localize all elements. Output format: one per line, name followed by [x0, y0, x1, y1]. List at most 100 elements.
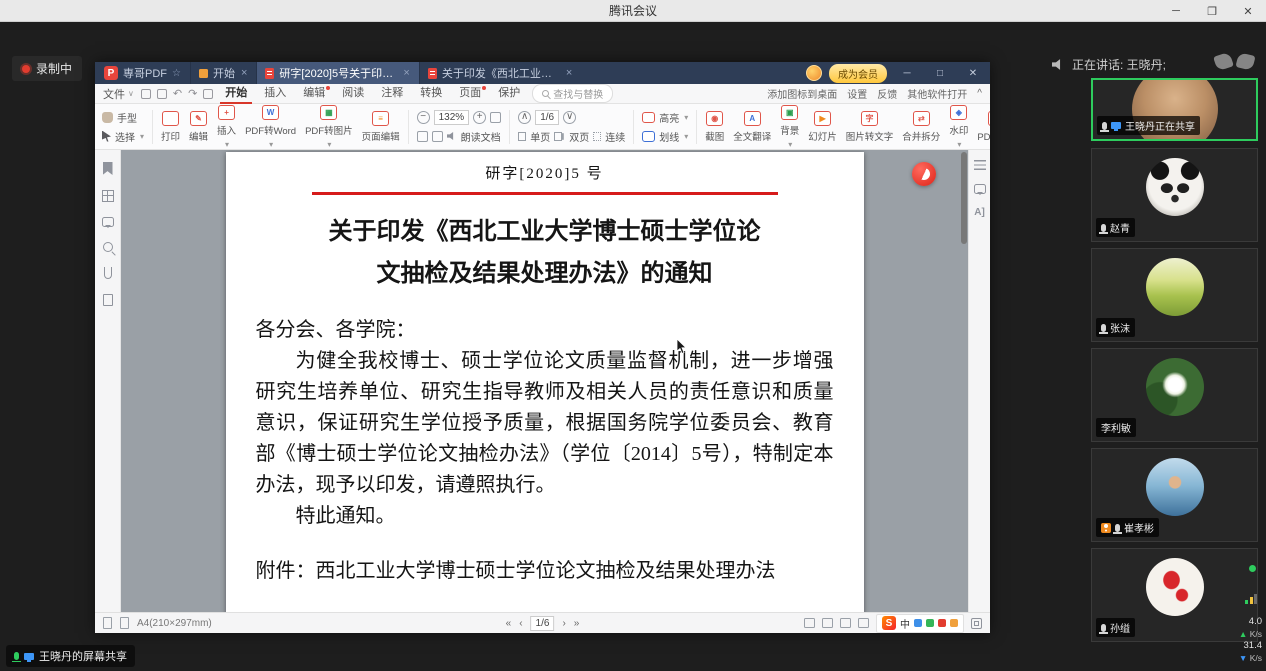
rotate-view-icon[interactable] — [858, 618, 869, 628]
tab-document-1[interactable]: 研字[2020]5号关于印发《西... × — [256, 62, 418, 84]
add-desktop-icon-link[interactable]: 添加图标到桌面 — [767, 86, 837, 101]
next-page-button[interactable]: › — [562, 618, 565, 629]
restore-button[interactable]: ❐ — [1194, 0, 1230, 22]
fit-height-icon[interactable] — [432, 131, 443, 142]
page-layout-icon[interactable] — [120, 617, 129, 629]
video-tile-zhaoqing[interactable]: 赵青 — [1091, 148, 1258, 242]
hand-tool-button[interactable]: 手型 — [102, 110, 144, 125]
ime-mic-icon[interactable] — [926, 619, 934, 627]
tab-close-icon[interactable]: × — [565, 67, 573, 79]
select-tool-button[interactable]: 选择 — [102, 129, 144, 144]
fit-page-icon[interactable] — [490, 112, 501, 123]
save-icon[interactable] — [141, 89, 151, 99]
reading-mode-icon[interactable] — [822, 618, 833, 628]
tab-document-2[interactable]: 关于印发《西北工业大学研... × — [419, 62, 581, 84]
redo-icon[interactable]: ↷ — [188, 87, 197, 100]
comments-icon[interactable] — [102, 217, 114, 227]
recording-indicator[interactable]: 录制中 — [12, 56, 82, 81]
read-aloud-button[interactable]: 朗读文档 — [461, 129, 501, 144]
menu-start[interactable]: 开始 — [220, 84, 252, 104]
file-menu[interactable]: 文件 ∨ — [103, 86, 134, 102]
favorite-star-icon[interactable]: ☆ — [172, 68, 181, 79]
single-page-button[interactable]: 单页 — [530, 129, 550, 144]
scrollbar-thumb[interactable] — [961, 152, 967, 244]
zoom-level[interactable]: 132% — [434, 110, 470, 125]
menu-edit[interactable]: 编辑 — [298, 84, 330, 104]
video-tile-liliming[interactable]: 李利敏 — [1091, 348, 1258, 442]
document-area[interactable]: 研字[2020]5 号 关于印发《西北工业大学博士硕士学位论文抽检及结果处理办法… — [121, 150, 968, 612]
vertical-scrollbar[interactable] — [961, 152, 967, 610]
minimize-button[interactable]: ─ — [1158, 0, 1194, 22]
video-tile-wangxiaodan[interactable]: 王晓丹正在共享 — [1091, 78, 1258, 141]
signature-icon[interactable] — [103, 294, 113, 306]
page-edit-button[interactable]: ≡ 页面编辑 — [358, 111, 404, 143]
attachment-icon[interactable] — [104, 267, 112, 279]
pdf-page[interactable]: 研字[2020]5 号 关于印发《西北工业大学博士硕士学位论文抽检及结果处理办法… — [226, 152, 864, 612]
pdf-to-image-button[interactable]: ▦ PDF转图片 — [301, 105, 357, 149]
menu-protect[interactable]: 保护 — [493, 84, 525, 104]
collapse-ribbon-icon[interactable]: ^ — [977, 88, 982, 99]
page-size-icon[interactable] — [103, 617, 112, 629]
settings-link[interactable]: 设置 — [847, 86, 867, 101]
pdf-to-word-button[interactable]: W PDF转Word — [241, 105, 300, 149]
ime-pen-icon[interactable] — [914, 619, 922, 627]
background-button[interactable]: ▣ 背景 — [776, 105, 803, 149]
view-mode-icon[interactable] — [804, 618, 815, 628]
screen-share-pill[interactable]: 王晓丹的屏幕共享 — [6, 645, 135, 667]
properties-panel-icon[interactable] — [974, 160, 986, 170]
print-button[interactable]: 打印 — [157, 111, 184, 143]
status-page-indicator[interactable]: 1/6 — [531, 616, 555, 631]
menu-convert[interactable]: 转换 — [415, 84, 447, 104]
next-page-button[interactable]: ∨ — [563, 111, 576, 124]
bookmark-icon[interactable] — [103, 162, 113, 175]
ime-mode-toggle[interactable]: 中 — [900, 616, 910, 631]
text-panel-icon[interactable]: A] — [974, 208, 985, 218]
highlight-button[interactable]: 高亮 — [642, 110, 688, 125]
zoom-out-button[interactable]: − — [417, 111, 430, 124]
merge-split-button[interactable]: ⇄ 合并拆分 — [898, 111, 944, 143]
tab-close-icon[interactable]: × — [240, 67, 248, 79]
double-page-button[interactable]: 双页 — [569, 129, 589, 144]
account-avatar[interactable] — [806, 65, 822, 81]
previous-page-button[interactable]: ∧ — [518, 111, 531, 124]
home-icon[interactable] — [203, 89, 213, 99]
split-view-icon[interactable] — [840, 618, 851, 628]
first-page-button[interactable]: « — [506, 618, 512, 629]
underline-button[interactable]: 划线 — [642, 129, 688, 144]
video-tile-cuixiaobin[interactable]: 崔孝彬 — [1091, 448, 1258, 542]
watermark-button[interactable]: ◈ 水印 — [945, 105, 972, 149]
page-indicator-input[interactable]: 1/6 — [535, 110, 559, 125]
menu-annotate[interactable]: 注释 — [376, 84, 408, 104]
menu-read[interactable]: 阅读 — [337, 84, 369, 104]
close-button[interactable]: ✕ — [1230, 0, 1266, 22]
thumbnails-icon[interactable] — [102, 190, 114, 202]
prev-page-button[interactable]: ‹ — [519, 618, 522, 629]
fit-width-icon[interactable] — [417, 131, 428, 142]
ocr-button[interactable]: 字 图片转文字 — [842, 111, 898, 143]
pdf-close-button[interactable]: ✕ — [960, 62, 986, 84]
tab-close-icon[interactable]: × — [402, 67, 410, 79]
promo-badge[interactable] — [912, 162, 936, 186]
video-tile-zhangmo[interactable]: 张沫 — [1091, 248, 1258, 342]
pdf-minimize-button[interactable]: ─ — [894, 62, 920, 84]
undo-icon[interactable]: ↶ — [173, 87, 182, 100]
compress-button[interactable]: ⇅ PDF压缩 — [973, 111, 990, 143]
ime-toolbox-icon[interactable] — [950, 619, 958, 627]
screenshot-button[interactable]: ◉ 截图 — [701, 111, 728, 143]
insert-button[interactable]: + 插入 — [213, 105, 240, 149]
zoom-in-button[interactable]: + — [473, 111, 486, 124]
tab-home[interactable]: 开始 × — [190, 62, 256, 84]
translate-button[interactable]: A 全文翻译 — [729, 111, 775, 143]
ime-toolbar[interactable]: S 中 — [876, 614, 964, 633]
open-with-other-link[interactable]: 其他软件打开 — [907, 86, 967, 101]
continuous-button[interactable]: 连续 — [605, 129, 625, 144]
feedback-link[interactable]: 反馈 — [877, 86, 897, 101]
print-icon[interactable] — [157, 89, 167, 99]
edit-button[interactable]: ✎ 编辑 — [185, 111, 212, 143]
sogou-logo-icon[interactable]: S — [882, 616, 896, 630]
fullscreen-icon[interactable] — [971, 618, 982, 629]
become-member-button[interactable]: 成为会员 — [829, 64, 887, 83]
last-page-button[interactable]: » — [574, 618, 580, 629]
comment-panel-icon[interactable] — [974, 184, 986, 194]
video-tile-sunyi[interactable]: 孙缢 — [1091, 548, 1258, 642]
